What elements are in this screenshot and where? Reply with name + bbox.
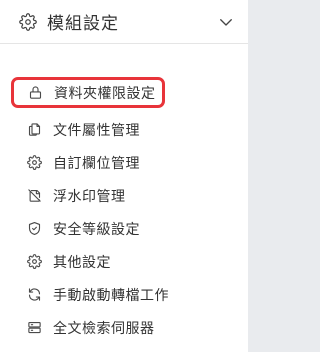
gear-icon [27,254,42,269]
menu-item-label: 全文檢索伺服器 [53,320,155,337]
menu-item-folder-permissions[interactable]: 資料夾權限設定 [11,77,165,108]
shield-icon [27,221,42,236]
settings-menu: 資料夾權限設定 文件屬性管理 自訂欄位管理 浮水印管理 安全等級設定 其他設定 … [0,74,248,344]
menu-item-fulltext-server[interactable]: 全文檢索伺服器 [0,311,248,344]
menu-item-watermark[interactable]: 浮水印管理 [0,179,248,212]
chevron-down-icon[interactable] [217,13,235,31]
menu-item-label: 浮水印管理 [53,188,126,205]
menu-item-other-settings[interactable]: 其他設定 [0,245,248,278]
menu-item-document-properties[interactable]: 文件屬性管理 [0,113,248,146]
gear-icon [27,155,42,170]
menu-item-label: 資料夾權限設定 [54,85,156,102]
lock-icon [28,85,43,100]
header-title: 模組設定 [47,14,119,34]
gear-icon [19,12,37,31]
menu-item-label: 文件屬性管理 [53,122,140,139]
settings-panel: 模組設定 資料夾權限設定 文件屬性管理 自訂欄位管理 浮水印管理 安全等級設定 … [0,0,248,352]
menu-item-security-levels[interactable]: 安全等級設定 [0,212,248,245]
module-settings-header[interactable]: 模組設定 [0,0,248,44]
watermark-off-icon [27,188,42,203]
document-copy-icon [27,122,42,137]
menu-item-manual-conversion[interactable]: 手動啟動轉檔工作 [0,278,248,311]
menu-item-label: 安全等級設定 [53,221,140,238]
sync-icon [27,287,42,302]
menu-item-custom-fields[interactable]: 自訂欄位管理 [0,146,248,179]
menu-item-label: 手動啟動轉檔工作 [53,287,169,304]
menu-item-label: 其他設定 [53,254,111,271]
menu-item-label: 自訂欄位管理 [53,155,140,172]
server-icon [27,320,42,335]
